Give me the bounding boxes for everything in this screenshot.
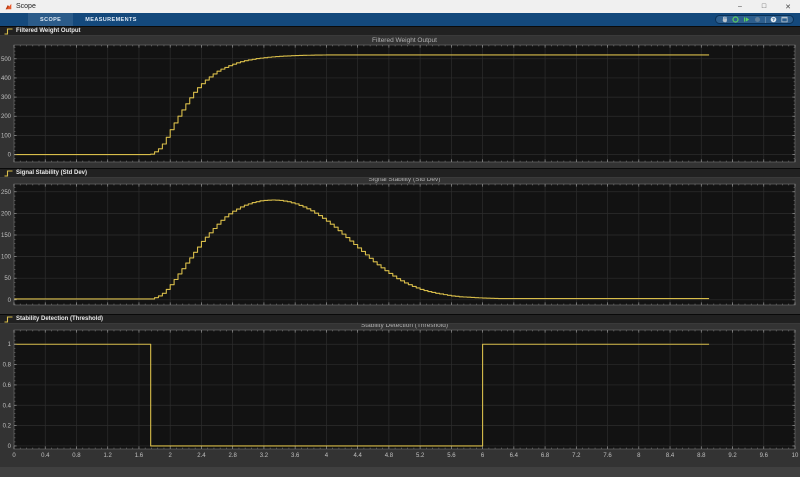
svg-text:8.4: 8.4 [666,453,675,459]
svg-text:5.6: 5.6 [447,453,456,459]
svg-text:7.6: 7.6 [603,453,612,459]
svg-text:6: 6 [481,453,485,459]
svg-text:100: 100 [1,133,12,139]
svg-text:0.2: 0.2 [3,424,12,430]
svg-text:?: ? [772,17,775,22]
signal-header-signal-stability: Signal Stability (Std Dev) [0,168,800,178]
svg-text:10: 10 [792,453,799,459]
svg-text:0.6: 0.6 [3,383,12,389]
svg-text:2.4: 2.4 [197,453,206,459]
svg-text:9.2: 9.2 [728,453,737,459]
signal-header-label: Stability Detection (Threshold) [16,316,103,322]
svg-text:0: 0 [12,453,16,459]
close-button[interactable]: ✕ [776,0,800,13]
chart-stability-detection[interactable]: 00.20.40.60.8100.40.81.21.622.42.83.23.6… [0,324,800,461]
svg-text:2.8: 2.8 [229,453,238,459]
svg-text:3.2: 3.2 [260,453,269,459]
matlab-icon [5,3,12,10]
run-icon[interactable] [732,16,739,23]
pan-icon[interactable] [721,16,728,23]
tab-scope[interactable]: SCOPE [28,13,73,26]
window-title: Scope [16,3,36,10]
ribbon: SCOPE MEASUREMENTS ? [0,13,800,26]
svg-text:50: 50 [4,276,11,282]
svg-text:300: 300 [1,95,12,101]
svg-text:4.8: 4.8 [385,453,394,459]
chart-filtered-weight-output[interactable]: 0 100 200 300 400 500 Filtered Weight Output [0,36,800,168]
svg-text:0.8: 0.8 [72,453,81,459]
svg-text:9.6: 9.6 [760,453,769,459]
svg-text:250: 250 [1,190,12,196]
signal-header-stability-detection: Stability Detection (Threshold) [0,314,800,324]
svg-text:3.6: 3.6 [291,453,300,459]
signal-header-filtered-weight: Filtered Weight Output [0,26,800,36]
svg-text:Signal Stability (Std Dev): Signal Stability (Std Dev) [369,178,441,183]
svg-text:100: 100 [1,255,12,261]
toolbar-separator [765,17,766,23]
stop-icon[interactable] [754,16,761,23]
svg-text:0: 0 [8,298,12,304]
svg-text:2: 2 [169,453,173,459]
signal-step-icon [4,316,13,323]
svg-text:150: 150 [1,233,12,239]
svg-text:5.2: 5.2 [416,453,425,459]
quick-access-toolbar: ? [715,15,794,24]
svg-text:7.2: 7.2 [572,453,581,459]
signal-step-icon [4,28,13,35]
signal-header-label: Filtered Weight Output [16,28,81,34]
minimize-button[interactable]: – [728,0,752,13]
svg-text:4: 4 [325,453,329,459]
svg-text:1.2: 1.2 [104,453,113,459]
svg-text:Filtered Weight Output: Filtered Weight Output [372,37,437,44]
svg-text:1.6: 1.6 [135,453,144,459]
svg-text:Stability Detection (Threshold: Stability Detection (Threshold) [361,324,448,329]
svg-text:500: 500 [1,57,12,63]
svg-text:8: 8 [637,453,641,459]
svg-text:400: 400 [1,76,12,82]
svg-text:8.8: 8.8 [697,453,706,459]
svg-text:6.8: 6.8 [541,453,550,459]
step-forward-icon[interactable] [743,16,750,23]
dock-icon[interactable] [781,16,788,23]
svg-text:1: 1 [8,342,12,348]
svg-text:4.4: 4.4 [353,453,362,459]
signal-header-label: Signal Stability (Std Dev) [16,170,87,176]
window-titlebar: Scope – □ ✕ [0,0,800,13]
svg-text:0: 0 [8,444,12,450]
svg-text:200: 200 [1,211,12,217]
help-icon[interactable]: ? [770,16,777,23]
svg-text:0.4: 0.4 [3,403,12,409]
status-bar [0,467,800,477]
svg-text:6.4: 6.4 [510,453,519,459]
tab-measurements[interactable]: MEASUREMENTS [73,13,149,26]
svg-text:0.4: 0.4 [41,453,50,459]
svg-text:0: 0 [8,153,12,159]
svg-text:200: 200 [1,114,12,120]
svg-text:0.8: 0.8 [3,363,12,369]
scope-window: Scope – □ ✕ SCOPE MEASUREMENTS [0,0,800,477]
maximize-button[interactable]: □ [752,0,776,13]
signal-step-icon [4,170,13,177]
chart-signal-stability[interactable]: 0 50 100 150 200 250 Signal Stability (Std Dev… [0,178,800,314]
